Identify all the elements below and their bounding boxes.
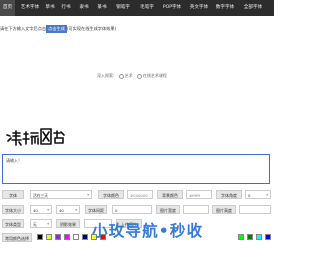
shadow-label: 阴影效果 <box>56 219 80 228</box>
explore-label: 深入探索: <box>97 73 115 78</box>
color-swatch-navy[interactable] <box>82 234 88 240</box>
angle-select[interactable]: 0 ▾ <box>245 190 271 199</box>
width-label: 图片宽度 <box>156 205 180 214</box>
color-swatch-magenta[interactable] <box>64 234 70 240</box>
font-type-value: 无 <box>33 222 37 227</box>
nav-english[interactable]: 英文字体 <box>188 0 210 16</box>
height-input[interactable] <box>239 205 271 214</box>
color-swatch-white[interactable] <box>73 234 79 240</box>
nav-art-fonts[interactable]: 艺术字体 <box>18 0 42 16</box>
color-swatch-black[interactable] <box>37 234 43 240</box>
color-pick-label: 常用颜色选择 <box>2 233 32 242</box>
height-label: 图片高度 <box>212 205 236 214</box>
tip-before: 请在下方输入文字后点击 <box>0 26 47 31</box>
fg-color-input[interactable]: #000000 <box>127 190 153 199</box>
chevron-down-icon: ▾ <box>47 222 49 226</box>
text-input-placeholder: 请输入！ <box>6 158 22 163</box>
nav-digits[interactable]: 数字字体 <box>214 0 236 16</box>
chevron-down-icon: ▾ <box>75 208 77 212</box>
font-type-label: 字体类型 <box>2 219 24 228</box>
spacing-input[interactable]: 0 <box>112 205 152 214</box>
font-preview-image <box>4 124 74 148</box>
radio-icon[interactable] <box>118 73 124 79</box>
instruction-tip: 请在下方输入文字后点击 点击生成 (可实现在线生成字体效果) <box>0 25 116 33</box>
nav-seal[interactable]: 篆书 <box>96 0 108 16</box>
chevron-down-icon: ▾ <box>87 193 89 197</box>
nav-cursive[interactable]: 草书 <box>44 0 56 16</box>
generate-tag: 点击生成 <box>46 25 67 33</box>
spacing-label: 字体间距 <box>85 205 107 214</box>
width-input[interactable] <box>183 205 209 214</box>
nav-running[interactable]: 行书 <box>60 0 72 16</box>
angle-select-value: 0 <box>248 193 251 198</box>
chevron-down-icon: ▾ <box>266 193 268 197</box>
font-type-select[interactable]: 无 ▾ <box>30 219 52 228</box>
nav-clerical[interactable]: 隶书 <box>78 0 90 16</box>
font-label: 字体 <box>2 190 24 199</box>
tip-after: (可实现在线生成字体效果) <box>66 26 117 31</box>
color-swatch-purple[interactable] <box>55 234 61 240</box>
size-select-2-value: 40 <box>59 208 64 213</box>
angle-label: 字体角度 <box>216 190 242 199</box>
color-swatch-green[interactable] <box>238 234 244 240</box>
font-select-value: 活在三天 <box>33 193 49 198</box>
nav-all[interactable]: 全部字体 <box>240 0 266 16</box>
nav-home[interactable]: 首页 <box>0 0 15 16</box>
size-select-value: 40 <box>33 208 38 213</box>
explore-option-1[interactable]: 艺术 <box>125 73 133 78</box>
watermark-logo: 小玫导航•秒收 <box>92 222 204 240</box>
explore-links: 深入探索: 艺术 在线艺术课程 <box>97 72 167 79</box>
color-swatch-darkgreen[interactable] <box>247 234 253 240</box>
color-swatch-blue[interactable] <box>265 234 271 240</box>
bg-color-label: 背景颜色 <box>157 190 183 199</box>
size-label: 字体大小 <box>2 205 24 214</box>
bg-color-input[interactable]: #ffffff <box>186 190 212 199</box>
chevron-down-icon: ▾ <box>47 208 49 212</box>
preview-glyphs <box>6 128 65 146</box>
radio-icon[interactable] <box>136 73 142 79</box>
size-select-2[interactable]: 40 ▾ <box>56 205 80 214</box>
color-swatch-lime[interactable] <box>46 234 52 240</box>
fg-color-label: 字体颜色 <box>98 190 124 199</box>
nav-pen[interactable]: 钢笔字 <box>114 0 132 16</box>
nav-brush[interactable]: 毛笔字 <box>138 0 156 16</box>
text-input[interactable]: 请输入！ <box>2 154 270 184</box>
nav-pop[interactable]: POP字体 <box>160 0 184 16</box>
size-select[interactable]: 40 ▾ <box>30 205 52 214</box>
top-nav: 首页 艺术字体 草书 行书 隶书 篆书 钢笔字 毛笔字 POP字体 英文字体 数… <box>0 0 274 16</box>
explore-option-2[interactable]: 在线艺术课程 <box>143 73 167 78</box>
font-select[interactable]: 活在三天 ▾ <box>30 190 92 199</box>
color-swatch-cyan[interactable] <box>256 234 262 240</box>
